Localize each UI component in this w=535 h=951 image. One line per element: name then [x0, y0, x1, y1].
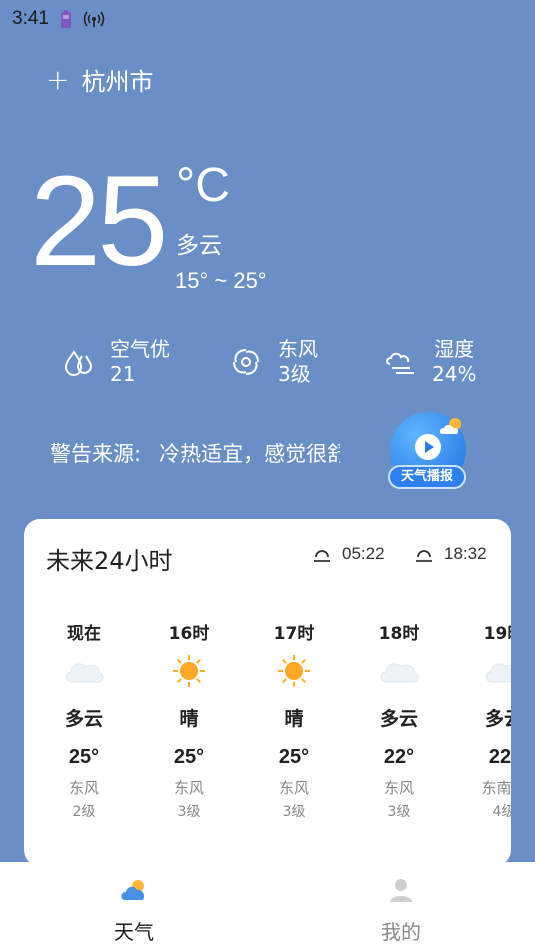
hour-temp: 25°: [173, 746, 205, 768]
sunset-icon: [416, 550, 432, 562]
hour-wind-level: 4级: [492, 804, 511, 820]
hour-temp: 22°: [383, 746, 415, 768]
hour-wind: 东风: [278, 779, 309, 797]
hour-wind: 东风: [68, 779, 99, 797]
tab-label: 天气: [114, 920, 154, 944]
hour-wind: 东南风: [481, 779, 511, 797]
cloud-icon: [65, 663, 104, 683]
weather-broadcast-button[interactable]: 天气播报: [388, 410, 468, 492]
sun-cloud-icon: [439, 418, 461, 434]
wind-icon: [233, 349, 259, 375]
forecast-title: 未来24小时: [46, 547, 173, 575]
metric-label: 东风: [278, 337, 318, 361]
status-bar: 3:41: [0, 0, 535, 38]
sunset: 18:32: [414, 544, 487, 564]
metric-air-quality: 空气优 21: [60, 337, 170, 387]
metric-label: 空气优: [110, 337, 170, 361]
metric-value: 21: [110, 362, 136, 386]
hour-condition: 晴: [179, 708, 199, 730]
hour-time: 现在: [67, 624, 101, 644]
bottom-tab-bar: 天气 我的: [0, 862, 535, 951]
hour-item: 16时 晴 25° 东风 3级: [139, 619, 239, 823]
metric-value: 24%: [432, 362, 477, 386]
hour-item: 18时 多云 22° 东风 3级: [349, 619, 449, 823]
hourly-forecast-list[interactable]: 现在 多云 25° 东风 2级 16时 晴 25° 东风 3级 17时 晴 25…: [24, 619, 511, 849]
hour-temp: 25°: [68, 746, 100, 768]
metric-wind: 东风 3级: [228, 337, 318, 387]
user-icon: [390, 879, 412, 902]
hour-time: 19时: [483, 624, 511, 644]
hour-wind-level: 2级: [72, 804, 96, 820]
droplet-icon: [64, 350, 93, 377]
cloud-icon: [380, 663, 419, 683]
current-condition: 多云: [176, 233, 222, 259]
status-time: 3:41: [12, 8, 49, 29]
metric-label: 湿度: [434, 337, 475, 361]
weather-icon: [121, 880, 145, 900]
current-temperature: 25: [30, 150, 168, 293]
hour-wind: 东风: [383, 779, 414, 797]
metric-humidity: 湿度 24%: [382, 337, 476, 387]
city-name: 杭州市: [81, 68, 154, 96]
hour-wind-level: 3级: [282, 804, 306, 820]
sunrise-icon: [314, 550, 330, 562]
hour-condition: 多云: [484, 708, 511, 730]
warning-text: 冷热适宜，感觉很舒: [159, 442, 340, 466]
metric-value: 3级: [278, 362, 311, 386]
tab-weather[interactable]: 天气: [74, 876, 194, 945]
sunrise: 05:22: [312, 544, 385, 564]
plus-icon[interactable]: +: [46, 65, 69, 94]
tab-mine[interactable]: 我的: [341, 876, 461, 945]
sunrise-time: 05:22: [342, 544, 385, 563]
hour-condition: 多云: [379, 708, 418, 730]
weather-warning: 警告来源: 冷热适宜，感觉很舒: [50, 438, 340, 468]
humidity-icon: [386, 352, 414, 374]
broadcast-label: 天气播报: [388, 465, 466, 489]
temperature-range: 15° ~ 25°: [175, 268, 267, 293]
cloud-icon: [485, 663, 511, 683]
sun-icon: [173, 655, 205, 687]
hour-wind: 东风: [173, 779, 204, 797]
signal-icon: [83, 11, 105, 27]
temperature-unit: °C: [176, 159, 230, 212]
warning-label: 警告来源:: [50, 442, 142, 466]
hour-item: 现在 多云 25° 东风 2级: [34, 619, 134, 823]
hour-temp: 22°: [488, 746, 511, 768]
hour-time: 18时: [378, 624, 420, 644]
sun-icon: [278, 655, 310, 687]
hour-wind-level: 3级: [177, 804, 201, 820]
battery-icon: [60, 10, 71, 28]
hour-item: 19时 多云 22° 东南风 4级: [454, 619, 511, 823]
city-selector[interactable]: + 杭州市: [46, 62, 153, 97]
hour-condition: 晴: [284, 708, 304, 730]
tab-label: 我的: [381, 920, 421, 944]
forecast-card: 未来24小时 05:22 18:32 现在 多云 25° 东风 2级 16时 晴…: [24, 519, 511, 866]
hour-temp: 25°: [278, 746, 310, 768]
hour-time: 17时: [273, 624, 315, 644]
hour-time: 16时: [168, 624, 210, 644]
hour-wind-level: 3级: [387, 804, 411, 820]
hour-condition: 多云: [64, 708, 103, 730]
hour-item: 17时 晴 25° 东风 3级: [244, 619, 344, 823]
sunset-time: 18:32: [444, 544, 487, 563]
